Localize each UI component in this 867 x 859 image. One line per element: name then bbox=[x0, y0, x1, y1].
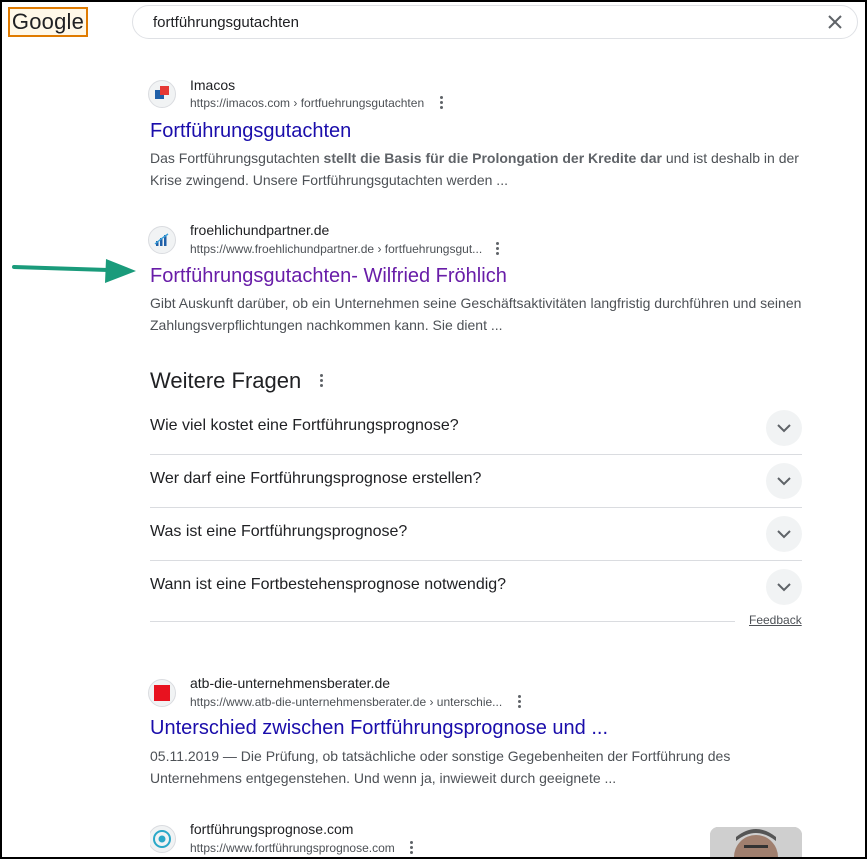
paa-question-text: Wie viel kostet eine Fortführungsprognos… bbox=[150, 417, 459, 434]
search-box[interactable] bbox=[132, 5, 858, 39]
paa-heading: Weitere Fragen bbox=[150, 368, 302, 393]
site-favicon bbox=[150, 825, 176, 853]
result-snippet: Das Fortführungsgutachten stellt die Bas… bbox=[150, 150, 799, 188]
result-url: https://www.atb-die-unternehmensberater.… bbox=[190, 695, 503, 709]
site-name: atb-die-unternehmensberater.de bbox=[190, 675, 391, 691]
divider bbox=[150, 621, 735, 622]
site-name: Imacos bbox=[190, 77, 236, 93]
more-options-icon[interactable] bbox=[314, 372, 328, 390]
more-options-icon[interactable] bbox=[490, 240, 504, 258]
paa-question-text: Was ist eine Fortführungsprognose? bbox=[150, 523, 408, 540]
result-title-link[interactable]: Fortführungsgutachten bbox=[150, 120, 351, 143]
paa-question-text: Wer darf eine Fortführungsprognose erste… bbox=[150, 470, 482, 487]
site-favicon bbox=[148, 226, 176, 254]
more-options-icon[interactable] bbox=[404, 839, 418, 857]
chevron-down-icon[interactable] bbox=[766, 516, 802, 552]
search-result: Imacos https://imacos.com › fortfuehrung… bbox=[148, 76, 810, 196]
paa-question[interactable]: Wie viel kostet eine Fortführungsprognos… bbox=[150, 402, 802, 455]
result-url: https://www.fortführungsprognose.com bbox=[190, 841, 395, 855]
site-favicon bbox=[148, 679, 176, 707]
result-url: https://www.froehlichundpartner.de › for… bbox=[190, 242, 483, 256]
result-snippet: 05.11.2019 — Die Prüfung, ob tatsächlich… bbox=[150, 748, 731, 786]
search-input[interactable] bbox=[153, 11, 793, 33]
chevron-down-icon[interactable] bbox=[766, 463, 802, 499]
paa-question[interactable]: Was ist eine Fortführungsprognose? bbox=[150, 508, 802, 561]
result-snippet: Gibt Auskunft darüber, ob ein Unternehme… bbox=[150, 295, 802, 333]
google-logo[interactable]: Google bbox=[8, 7, 88, 37]
more-options-icon[interactable] bbox=[512, 693, 526, 711]
result-url: https://imacos.com › fortfuehrungsgutach… bbox=[190, 96, 425, 110]
site-favicon bbox=[148, 80, 176, 108]
search-result: froehlichundpartner.de https://www.froeh… bbox=[148, 222, 810, 342]
paa-question-text: Wann ist eine Fortbestehensprognose notw… bbox=[150, 576, 507, 593]
search-result: atb-die-unternehmensberater.de https://w… bbox=[148, 675, 810, 795]
result-title-link[interactable]: Fortführungsgutachten- Wilfried Fröhlich bbox=[150, 265, 507, 288]
site-name: froehlichundpartner.de bbox=[190, 222, 330, 238]
close-icon[interactable] bbox=[823, 10, 847, 34]
annotation-arrow bbox=[12, 259, 136, 283]
site-name: fortführungsprognose.com bbox=[190, 821, 354, 837]
result-thumbnail[interactable] bbox=[710, 827, 802, 857]
more-options-icon[interactable] bbox=[434, 94, 448, 112]
chevron-down-icon[interactable] bbox=[766, 410, 802, 446]
paa-question[interactable]: Wer darf eine Fortführungsprognose erste… bbox=[150, 455, 802, 508]
paa-question[interactable]: Wann ist eine Fortbestehensprognose notw… bbox=[150, 561, 802, 614]
feedback-link[interactable]: Feedback bbox=[749, 613, 802, 627]
result-title-link[interactable]: Unterschied zwischen Fortführungsprognos… bbox=[150, 717, 608, 740]
top-bar: Google bbox=[2, 2, 865, 46]
chevron-down-icon[interactable] bbox=[766, 569, 802, 605]
